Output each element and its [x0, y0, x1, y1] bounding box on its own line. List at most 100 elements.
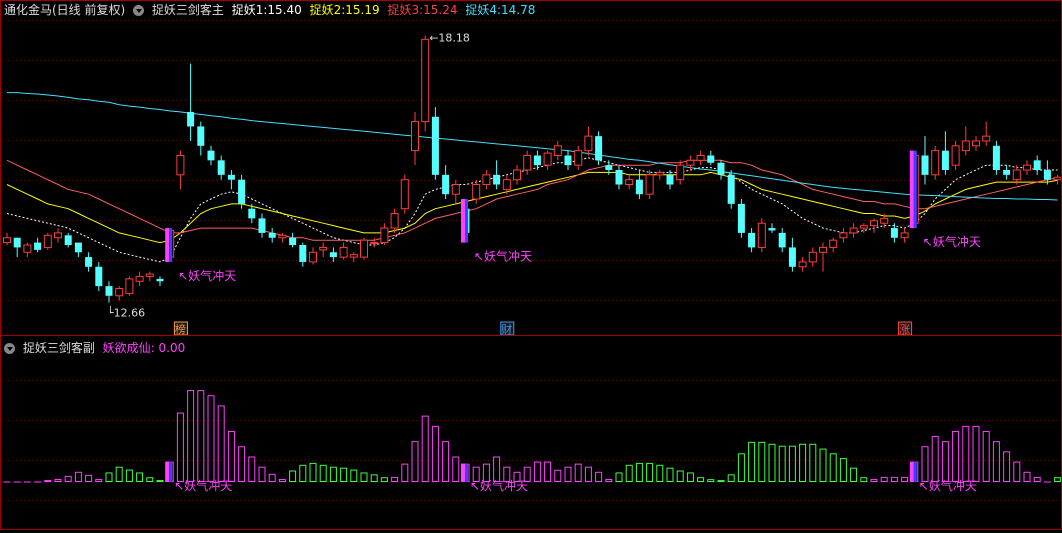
signal-bar — [909, 150, 914, 229]
candle[interactable] — [238, 174, 246, 209]
candle-body — [696, 154, 705, 161]
candle-body — [707, 155, 715, 163]
candle[interactable] — [595, 131, 603, 166]
candle-body — [574, 150, 583, 166]
low-price-label: └12.66 — [107, 306, 145, 320]
event-badge-text: 榜 — [175, 322, 186, 336]
candle-body — [268, 232, 276, 238]
candle-body — [156, 278, 164, 282]
candle-body — [64, 235, 72, 245]
candle-body — [482, 174, 491, 186]
legend-ma2-label: 捉妖2 — [309, 3, 342, 17]
signal-bar — [169, 461, 173, 482]
candle-body — [921, 155, 929, 175]
legend-ma1-value: 15.40 — [267, 3, 302, 17]
candle-body — [309, 251, 317, 263]
legend-ma4-value: 14.78 — [501, 3, 536, 17]
candle-body — [390, 213, 399, 229]
candle[interactable] — [992, 140, 1000, 175]
candle-body — [859, 225, 868, 229]
candle[interactable] — [737, 199, 745, 238]
candle-body — [839, 232, 848, 239]
sub-panel-header: 捉妖三剑客副 妖欲成仙: 0.00 — [4, 340, 189, 356]
stock-chart-window: ↖妖气冲天 ↖妖气冲天 ↖妖气冲天 ↖妖气冲天 ↖妖气冲天 ↖妖气冲天 ←18.18 └1… — [0, 0, 1062, 530]
candle[interactable] — [43, 232, 52, 250]
histogram-bar[interactable] — [717, 480, 725, 483]
candle-body — [411, 121, 419, 152]
signal-bar — [461, 199, 465, 243]
candle-body — [870, 220, 878, 227]
event-badge[interactable]: 榜 — [173, 321, 188, 336]
candle-body — [645, 174, 654, 195]
sub-legend-value: 0.00 — [158, 341, 186, 355]
candle-body — [227, 174, 235, 180]
candle-body — [23, 244, 32, 253]
event-badge-text: 涨 — [899, 323, 910, 336]
candle-body — [768, 228, 776, 231]
signal-bar — [465, 199, 468, 243]
candle[interactable] — [125, 276, 134, 296]
candle[interactable] — [360, 237, 368, 260]
candle-body — [145, 273, 154, 277]
event-badge-text: 财 — [501, 322, 512, 336]
chart-canvas[interactable]: ↖妖气冲天 ↖妖气冲天 ↖妖气冲天 ↖妖气冲天 ↖妖气冲天 ↖妖气冲天 ←18.18 └1… — [0, 0, 1062, 530]
candle-body — [584, 135, 593, 152]
event-badge[interactable]: 财 — [500, 321, 515, 336]
signal-label: ↖妖气冲天 — [174, 478, 232, 493]
candle-body — [1053, 176, 1062, 181]
candle-body — [757, 222, 766, 248]
candle[interactable] — [645, 170, 654, 200]
candle[interactable] — [931, 145, 940, 180]
candle-body — [686, 159, 695, 166]
signal-label: ↖妖气冲天 — [178, 268, 236, 283]
main-indicator-name[interactable]: 捉妖三剑客主 — [152, 3, 224, 17]
legend-ma2-value: 15.19 — [345, 3, 380, 17]
candle[interactable] — [400, 174, 409, 214]
signal-bar — [913, 150, 917, 229]
signal-bar — [909, 461, 914, 482]
candle-body — [737, 203, 745, 233]
candle[interactable] — [421, 35, 430, 132]
candle-body — [54, 232, 62, 239]
candle-body — [748, 232, 756, 248]
candle-body — [1012, 169, 1021, 181]
candle[interactable] — [951, 140, 960, 170]
candle-body — [442, 174, 450, 195]
candle-body — [1023, 164, 1031, 171]
candle-body — [595, 136, 603, 161]
candle-body — [238, 179, 246, 204]
candle-body — [278, 234, 287, 239]
candle-body — [798, 261, 807, 268]
candle[interactable] — [431, 107, 439, 180]
candle-body — [502, 179, 511, 190]
candle-body — [95, 266, 103, 287]
legend-ma4-label: 捉妖4 — [465, 3, 497, 17]
dropdown-arrow-icon[interactable] — [133, 5, 145, 16]
histogram-bar[interactable] — [156, 480, 164, 483]
candle-body — [1033, 160, 1041, 170]
candle-body — [564, 155, 572, 166]
candle[interactable] — [727, 170, 735, 209]
candle-body — [3, 237, 11, 244]
dropdown-arrow-icon[interactable] — [4, 343, 15, 354]
candle-body — [339, 246, 348, 258]
candle-body — [13, 237, 21, 248]
candle-body — [135, 275, 144, 282]
candle-body — [197, 126, 205, 146]
candle-body — [727, 174, 735, 204]
signal-label: ↖妖气冲天 — [923, 234, 981, 249]
candle-body — [635, 179, 643, 195]
candle-body — [788, 247, 796, 267]
signal-bar — [165, 461, 170, 482]
candle-body — [941, 150, 949, 170]
signal-label: ↖妖气冲天 — [470, 478, 528, 493]
sub-indicator-name[interactable]: 捉妖三剑客副 — [23, 341, 95, 355]
candle-body — [370, 242, 379, 245]
candle-body — [187, 111, 195, 127]
signal-label: ↖妖气冲天 — [474, 249, 532, 264]
candle-body — [615, 170, 623, 185]
candle-body — [717, 162, 725, 175]
candle[interactable] — [757, 218, 766, 253]
event-badge[interactable]: 涨 — [898, 321, 913, 336]
stock-label[interactable]: 通化金马(日线 前复权) — [4, 3, 125, 17]
